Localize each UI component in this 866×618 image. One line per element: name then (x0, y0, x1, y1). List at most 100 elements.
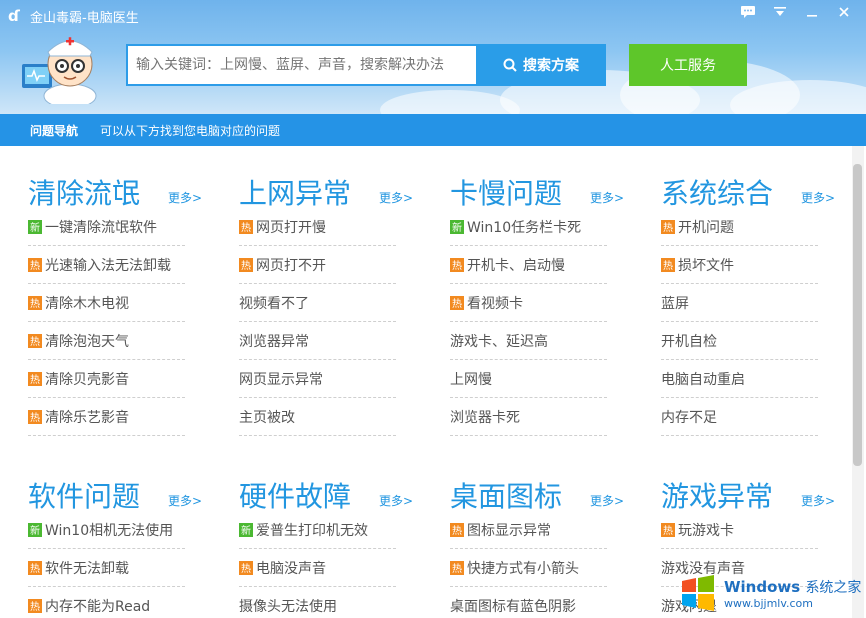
feedback-icon[interactable] (736, 2, 760, 22)
problem-item[interactable]: 上网慢 (450, 360, 607, 398)
section-6: 桌面图标 更多> 热图标显示异常热快捷方式有小箭头 桌面图标有蓝色阴影 (450, 461, 635, 618)
more-link[interactable]: 更多> (590, 492, 624, 509)
hot-badge-icon: 热 (450, 522, 464, 537)
more-link[interactable]: 更多> (379, 492, 413, 509)
problem-item-label: 光速输入法无法卸载 (45, 257, 171, 274)
window-controls (736, 2, 856, 22)
more-link[interactable]: 更多> (379, 189, 413, 206)
close-icon[interactable] (832, 2, 856, 22)
problem-item-label: 爱普生打印机无效 (256, 522, 368, 539)
problem-item[interactable]: 网页显示异常 (239, 360, 396, 398)
problem-item-label: 网页打不开 (256, 257, 326, 274)
section-header: 软件问题 更多> (28, 461, 213, 511)
windows-logo-icon (682, 575, 714, 611)
menu-icon[interactable] (768, 2, 792, 22)
problem-item[interactable]: 热玩游戏卡 (661, 511, 818, 549)
hot-badge-icon: 热 (450, 560, 464, 575)
section-3: 系统综合 更多> 热开机问题热损坏文件 蓝屏 开机自检 电脑自动重启 内存不足 (661, 158, 846, 436)
more-link[interactable]: 更多> (590, 189, 624, 206)
duba-logo-icon: ɗ (8, 7, 20, 25)
problem-item[interactable]: 热网页打开慢 (239, 208, 396, 246)
section-title[interactable]: 软件问题 (28, 483, 168, 511)
problem-item[interactable]: 热快捷方式有小箭头 (450, 549, 607, 587)
hot-badge-icon: 热 (661, 522, 675, 537)
header: ɗ 金山毒霸-电脑医生 搜索方案 (0, 0, 866, 114)
problem-item[interactable]: 热清除泡泡天气 (28, 322, 185, 360)
problem-item[interactable]: 游戏卡、延迟高 (450, 322, 607, 360)
app-title: 金山毒霸-电脑医生 (30, 10, 139, 26)
problem-item[interactable]: 热光速输入法无法卸载 (28, 246, 185, 284)
problem-item[interactable]: 新爱普生打印机无效 (239, 511, 396, 549)
problem-item-label: 上网慢 (450, 371, 492, 388)
problem-item[interactable]: 热电脑没声音 (239, 549, 396, 587)
problem-item[interactable]: 蓝屏 (661, 284, 818, 322)
more-link[interactable]: 更多> (168, 492, 202, 509)
section-header: 卡慢问题 更多> (450, 158, 635, 208)
hot-badge-icon: 热 (28, 560, 42, 575)
problem-item[interactable]: 浏览器卡死 (450, 398, 607, 436)
problem-item[interactable]: 热内存不能为Read (28, 587, 185, 618)
problem-item-label: 软件无法卸载 (45, 560, 129, 577)
section-header: 上网异常 更多> (239, 158, 424, 208)
new-badge-icon: 新 (28, 219, 42, 234)
problem-item-label: 网页打开慢 (256, 219, 326, 236)
problem-grid: 清除流氓 更多> 新一键清除流氓软件热光速输入法无法卸载热清除木木电视热清除泡泡天气… (0, 146, 850, 618)
section-title[interactable]: 硬件故障 (239, 483, 379, 511)
problem-item[interactable]: 内存不足 (661, 398, 818, 436)
more-link[interactable]: 更多> (168, 189, 202, 206)
new-badge-icon: 新 (239, 522, 253, 537)
more-link[interactable]: 更多> (801, 189, 835, 206)
problem-item[interactable]: 浏览器异常 (239, 322, 396, 360)
problem-item-label: Win10相机无法使用 (45, 522, 174, 539)
problem-item[interactable]: 热清除贝壳影音 (28, 360, 185, 398)
search-input[interactable] (136, 57, 476, 73)
problem-item-label: 清除泡泡天气 (45, 333, 129, 350)
problem-item[interactable]: 主页被改 (239, 398, 396, 436)
problem-item-label: 一键清除流氓软件 (45, 219, 157, 236)
scrollbar-thumb[interactable] (853, 164, 862, 466)
problem-item-label: Win10任务栏卡死 (467, 219, 582, 236)
hot-badge-icon: 热 (661, 257, 675, 272)
problem-item[interactable]: 热开机卡、启动慢 (450, 246, 607, 284)
section-title[interactable]: 卡慢问题 (450, 180, 590, 208)
problem-item-label: 游戏卡、延迟高 (450, 333, 548, 350)
problem-item-label: 摄像头无法使用 (239, 598, 337, 615)
hot-badge-icon: 热 (28, 598, 42, 613)
watermark-url: www.bjjmlv.com (724, 596, 813, 610)
more-link[interactable]: 更多> (801, 492, 835, 509)
hot-badge-icon: 热 (450, 257, 464, 272)
human-service-button[interactable]: 人工服务 (629, 44, 747, 86)
problem-item-label: 网页显示异常 (239, 371, 323, 388)
section-header: 系统综合 更多> (661, 158, 846, 208)
section-4: 软件问题 更多> 新 Win10相机无法使用热软件无法卸载热内存不能为Read (28, 461, 213, 618)
problem-item[interactable]: 热网页打不开 (239, 246, 396, 284)
problem-nav-bar: 问题导航 可以从下方找到您电脑对应的问题 (0, 114, 866, 146)
problem-item[interactable]: 视频看不了 (239, 284, 396, 322)
section-title[interactable]: 清除流氓 (28, 180, 168, 208)
minimize-icon[interactable] (800, 2, 824, 22)
problem-item[interactable]: 热软件无法卸载 (28, 549, 185, 587)
section-title[interactable]: 桌面图标 (450, 483, 590, 511)
problem-item[interactable]: 热开机问题 (661, 208, 818, 246)
hot-badge-icon: 热 (239, 219, 253, 234)
section-title[interactable]: 游戏异常 (661, 483, 801, 511)
problem-item[interactable]: 新 Win10相机无法使用 (28, 511, 185, 549)
problem-item[interactable]: 桌面图标有蓝色阴影 (450, 587, 607, 618)
problem-item[interactable]: 开机自检 (661, 322, 818, 360)
problem-item[interactable]: 新 Win10任务栏卡死 (450, 208, 607, 246)
problem-item[interactable]: 热损坏文件 (661, 246, 818, 284)
problem-item[interactable]: 电脑自动重启 (661, 360, 818, 398)
section-title[interactable]: 系统综合 (661, 180, 801, 208)
search-button[interactable]: 搜索方案 (476, 44, 606, 86)
search-box[interactable] (126, 44, 476, 86)
problem-item[interactable]: 摄像头无法使用 (239, 587, 396, 618)
problem-item[interactable]: 热清除木木电视 (28, 284, 185, 322)
problem-item-label: 开机问题 (678, 219, 734, 236)
section-header: 游戏异常 更多> (661, 461, 846, 511)
problem-item[interactable]: 热图标显示异常 (450, 511, 607, 549)
problem-item[interactable]: 新一键清除流氓软件 (28, 208, 185, 246)
section-header: 清除流氓 更多> (28, 158, 213, 208)
section-title[interactable]: 上网异常 (239, 180, 379, 208)
problem-item[interactable]: 热清除乐艺影音 (28, 398, 185, 436)
problem-item[interactable]: 热看视频卡 (450, 284, 607, 322)
